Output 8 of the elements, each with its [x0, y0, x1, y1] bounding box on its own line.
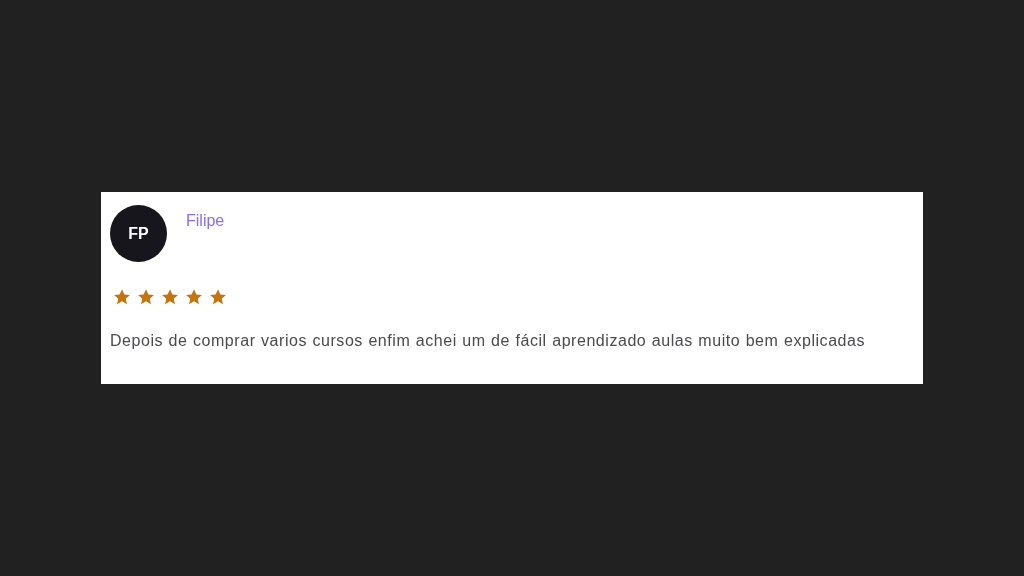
star-icon	[137, 288, 155, 306]
avatar: FP	[110, 205, 167, 262]
star-icon	[113, 288, 131, 306]
star-icon	[185, 288, 203, 306]
star-icon	[161, 288, 179, 306]
review-text: Depois de comprar varios cursos enfim achei um de fácil aprendizado aulas muito bem explicadas	[110, 332, 867, 350]
star-icon	[209, 288, 227, 306]
author-name: Filipe	[186, 212, 225, 230]
